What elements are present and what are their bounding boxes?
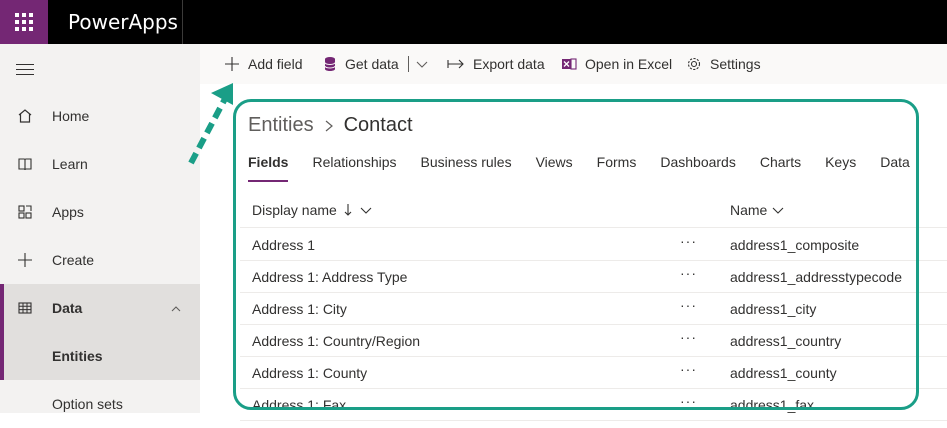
chevron-right-icon [324, 119, 334, 133]
field-name: address1_addresstypecode [730, 269, 903, 285]
sidebar-item-label: Data [52, 300, 83, 316]
command-bar: Add field Get data Export data Open in E… [200, 44, 947, 84]
export-data-label: Export data [473, 56, 545, 72]
table-header: Display name Name [240, 192, 947, 228]
gear-icon [686, 56, 702, 72]
sidebar-item-home[interactable]: Home [0, 92, 200, 140]
settings-label: Settings [710, 56, 761, 72]
tab-data[interactable]: Data [880, 154, 910, 178]
open-in-excel-button[interactable]: Open in Excel [561, 44, 672, 84]
database-icon [323, 56, 337, 72]
sidebar-item-option-sets[interactable]: Option sets [0, 380, 200, 428]
breadcrumb-root[interactable]: Entities [248, 114, 314, 137]
table-row[interactable]: Address 1: County ··· address1_county [240, 357, 947, 389]
column-header-name[interactable]: Name [730, 202, 785, 218]
tab-keys[interactable]: Keys [825, 154, 856, 178]
waffle-icon [15, 13, 33, 31]
column-header-label: Name [730, 202, 768, 218]
app-launcher-button[interactable] [0, 0, 48, 44]
sidebar-item-entities[interactable]: Entities [0, 332, 200, 380]
more-options-button[interactable]: ··· [680, 329, 697, 345]
field-display-name: Address 1 [252, 237, 316, 253]
field-name: address1_country [730, 333, 842, 349]
breadcrumb-current: Contact [343, 114, 413, 136]
open-in-excel-label: Open in Excel [585, 56, 673, 72]
sidebar: Home Learn Apps Create Data Entities Opt… [0, 44, 200, 413]
sidebar-item-label: Apps [52, 204, 84, 220]
more-options-button[interactable]: ··· [680, 265, 697, 281]
more-options-button[interactable]: ··· [680, 393, 697, 409]
field-name: address1_county [730, 365, 837, 381]
sidebar-item-label: Learn [52, 156, 88, 172]
field-display-name: Address 1: County [252, 365, 368, 381]
sidebar-item-create[interactable]: Create [0, 236, 200, 284]
sidebar-item-label: Create [52, 252, 95, 268]
add-field-label: Add field [248, 56, 303, 72]
book-icon [16, 155, 34, 173]
apps-icon [16, 203, 34, 221]
sidebar-item-apps[interactable]: Apps [0, 188, 200, 236]
export-data-button[interactable]: Export data [447, 44, 545, 84]
get-data-button[interactable]: Get data [323, 44, 399, 84]
title-divider [182, 0, 183, 44]
tab-relationships[interactable]: Relationships [312, 154, 396, 178]
active-indicator [0, 284, 4, 332]
chevron-down-icon [359, 203, 373, 217]
active-indicator [0, 332, 4, 380]
tab-views[interactable]: Views [536, 154, 573, 178]
get-data-dropdown[interactable] [415, 44, 437, 84]
breadcrumb: Entities Contact [248, 114, 413, 137]
table-row[interactable]: Address 1: Address Type ··· address1_add… [240, 261, 947, 293]
column-header-label: Display name [252, 202, 337, 218]
field-name: address1_composite [730, 237, 860, 253]
tab-forms[interactable]: Forms [597, 154, 637, 178]
sort-arrow-down-icon [343, 203, 353, 217]
field-display-name: Address 1: Address Type [252, 269, 408, 285]
table-row[interactable]: Address 1: Fax ··· address1_fax [240, 389, 947, 421]
more-options-button[interactable]: ··· [680, 233, 697, 249]
top-bar: PowerApps [0, 0, 947, 44]
app-title[interactable]: PowerApps [68, 10, 178, 34]
hamburger-icon[interactable] [16, 64, 34, 79]
plus-icon [224, 56, 240, 72]
main-content: Entities Contact Fields Relationships Bu… [200, 84, 947, 421]
table-row[interactable]: Address 1: Country/Region ··· address1_c… [240, 325, 947, 357]
tab-bar: Fields Relationships Business rules View… [248, 154, 934, 182]
chevron-up-icon[interactable] [170, 302, 182, 320]
table-row[interactable]: Address 1: City ··· address1_city [240, 293, 947, 325]
settings-button[interactable]: Settings [686, 44, 761, 84]
field-name: address1_city [730, 301, 817, 317]
field-display-name: Address 1: Fax [252, 397, 347, 413]
sidebar-item-label: Home [52, 108, 90, 124]
field-display-name: Address 1: City [252, 301, 347, 317]
export-icon [447, 57, 465, 71]
field-name: address1_fax [730, 397, 815, 413]
more-options-button[interactable]: ··· [680, 297, 697, 313]
column-header-display-name[interactable]: Display name [252, 202, 373, 218]
field-display-name: Address 1: Country/Region [252, 333, 421, 349]
sidebar-item-data[interactable]: Data [0, 284, 200, 332]
sidebar-item-label: Option sets [52, 396, 123, 412]
tab-dashboards[interactable]: Dashboards [660, 154, 736, 178]
tab-fields[interactable]: Fields [248, 154, 289, 182]
tab-charts[interactable]: Charts [760, 154, 801, 178]
get-data-label: Get data [345, 56, 399, 72]
more-options-button[interactable]: ··· [680, 361, 697, 377]
plus-icon [16, 251, 34, 269]
home-icon [16, 107, 34, 125]
sidebar-item-learn[interactable]: Learn [0, 140, 200, 188]
table-row[interactable]: Address 1 ··· address1_composite [240, 229, 947, 261]
tab-business-rules[interactable]: Business rules [421, 154, 512, 178]
split-divider [408, 56, 409, 72]
excel-icon [561, 56, 577, 72]
chevron-down-icon [771, 203, 785, 217]
chevron-down-icon [415, 57, 429, 71]
add-field-button[interactable]: Add field [224, 44, 302, 84]
sidebar-item-label: Entities [52, 348, 103, 364]
table-icon [16, 299, 34, 317]
